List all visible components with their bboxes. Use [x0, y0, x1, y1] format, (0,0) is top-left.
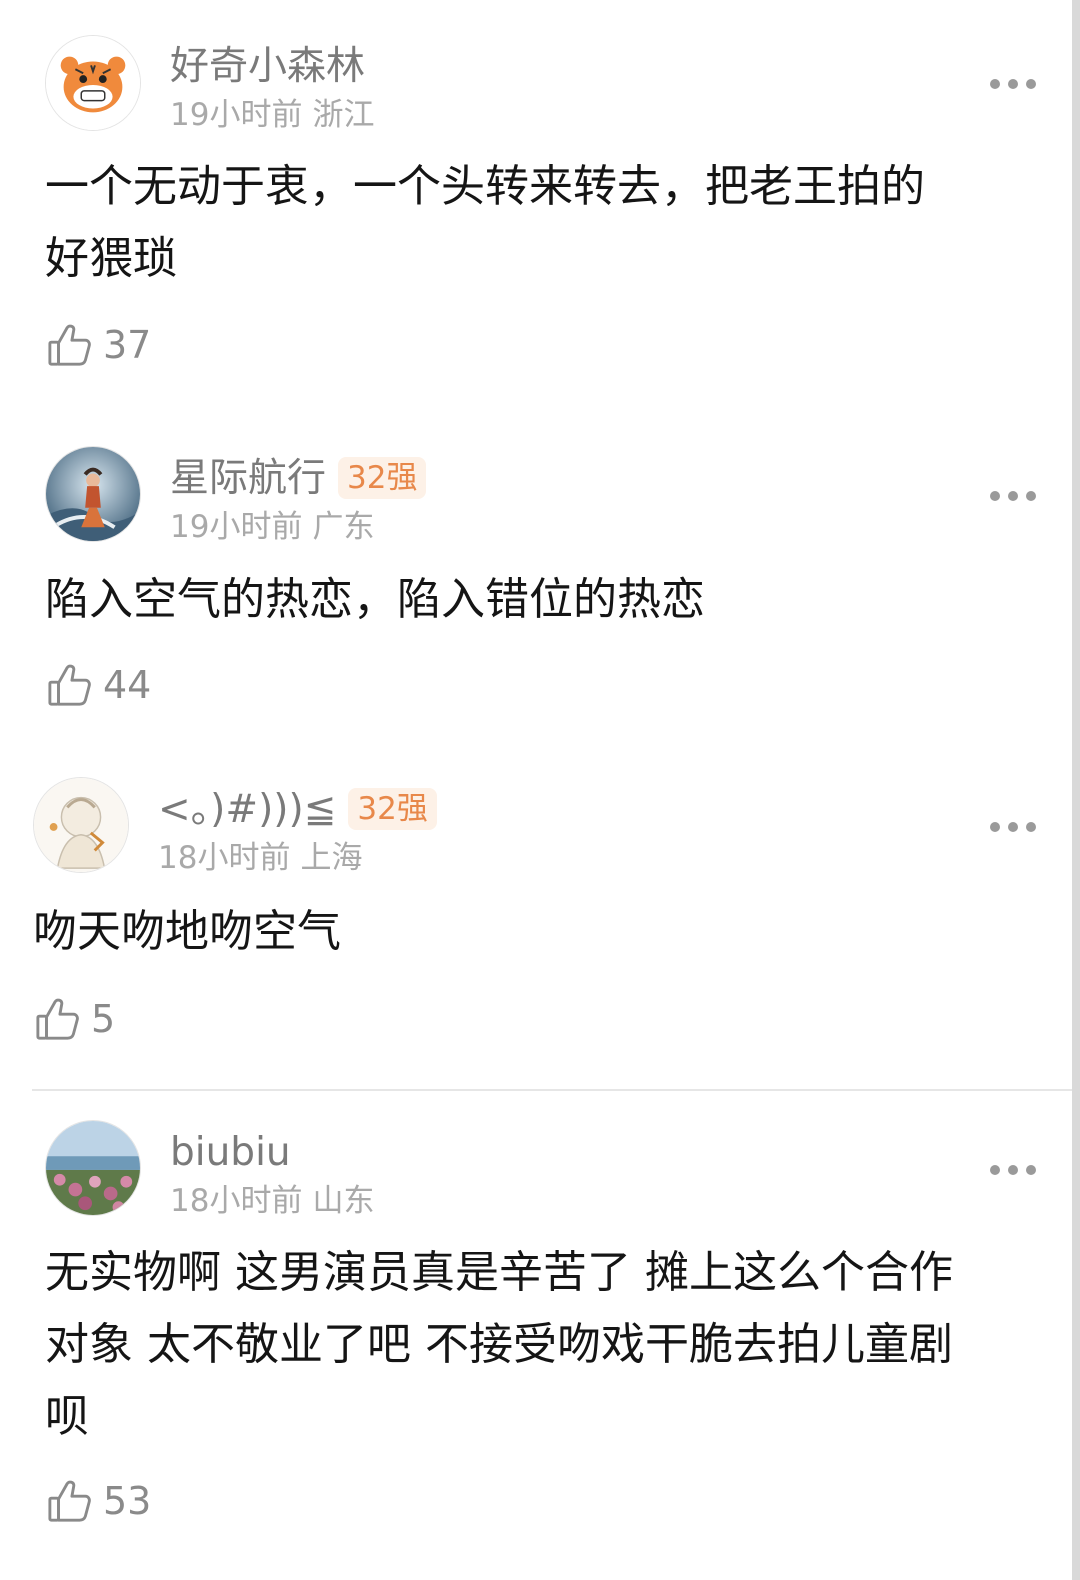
username[interactable]: biubiu — [170, 1133, 291, 1172]
comment-time: 18小时前 — [170, 1183, 303, 1219]
like-button[interactable]: 53 — [47, 1478, 151, 1524]
dot-icon — [1008, 1165, 1018, 1175]
scroll-edge — [1072, 0, 1080, 1580]
dot-icon — [990, 1165, 1000, 1175]
like-count: 53 — [103, 1479, 152, 1523]
comment-text: 无实物啊 这男演员真是辛苦了 摊上这么个合作 对象 太不敬业了吧 不接受吻戏干脆… — [45, 1247, 953, 1442]
avatar[interactable] — [45, 1120, 141, 1216]
comment-meta: 18小时前 山东 — [170, 1186, 374, 1217]
comment-location: 山东 — [312, 1183, 375, 1219]
comment-item: biubiu 18小时前 山东 无实物啊 这男演员真是辛苦了 摊上这么个合作 对象… — [0, 0, 1080, 1560]
dot-icon — [1026, 1165, 1036, 1175]
thumbs-up-icon — [48, 1480, 91, 1522]
more-options-button[interactable] — [990, 1163, 1036, 1177]
seaside-flowers-avatar-icon — [46, 1121, 140, 1215]
